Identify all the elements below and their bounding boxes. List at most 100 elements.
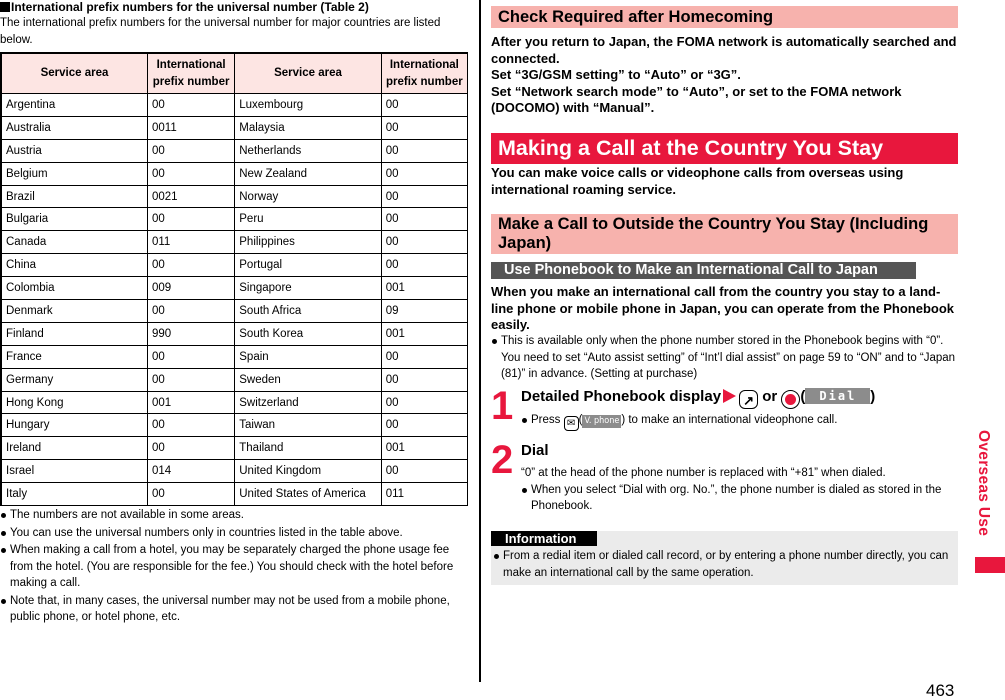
step-2-body: “0” at the head of the phone number is r… (521, 465, 958, 516)
prefix-number-cell: 00 (146, 161, 236, 186)
prefix-number-cell: 00 (380, 367, 469, 392)
prefix-number-cell: 00 (380, 184, 469, 209)
prefix-number-cell: 00 (146, 207, 236, 232)
service-area-cell: Italy (0, 482, 148, 507)
information-label: Information (491, 531, 597, 546)
service-area-cell: Switzerland (234, 390, 382, 415)
information-note-text: From a redial item or dialed call record… (493, 548, 955, 581)
column-header: Service area (0, 52, 148, 94)
step-1-title-text: Detailed Phonebook display (521, 388, 722, 405)
prefix-number-cell: 014 (146, 459, 236, 484)
page-number: 463 (926, 681, 955, 700)
service-area-cell: Hungary (0, 413, 148, 438)
column-header: Service area (234, 52, 382, 94)
note-item: When making a call from a hotel, you may… (0, 542, 468, 592)
step-2-note: When you select “Dial with org. No.”, th… (521, 482, 958, 515)
service-area-cell: Israel (0, 459, 148, 484)
prefix-number-cell: 09 (380, 299, 469, 323)
table-row: Italy 00 United States of America 011 (0, 482, 469, 507)
prefix-number-cell: 001 (380, 276, 469, 301)
step-2-text: “0” at the head of the phone number is r… (521, 467, 886, 479)
table-row: Colombia 009 Singapore 001 (0, 276, 469, 301)
service-area-cell: Portugal (234, 253, 382, 278)
phonebook-subheading: Use Phonebook to Make an International C… (491, 262, 916, 279)
table-row: Australia 0011 Malaysia 00 (0, 115, 469, 140)
side-tab-marker (975, 557, 1005, 573)
record-dot-icon (785, 394, 797, 405)
prefix-number-cell: 0021 (146, 184, 236, 209)
step-2-title: Dial (521, 442, 549, 459)
prefix-number-cell: 0011 (146, 115, 236, 140)
service-area-cell: Peru (234, 207, 382, 232)
table-row: Argentina 00 Luxembourg 00 (0, 93, 469, 117)
prefix-number-cell: 00 (146, 436, 236, 461)
prefix-number-cell: 011 (380, 482, 469, 507)
table-row: Austria 00 Netherlands 00 (0, 138, 469, 163)
table-row: Canada 011 Philippines 00 (0, 230, 469, 255)
column-header: International prefix number (380, 52, 469, 94)
service-area-cell: South Korea (234, 321, 382, 346)
service-area-cell: Bulgaria (0, 207, 148, 232)
service-area-cell: Malaysia (234, 115, 382, 140)
left-column: International prefix numbers for the uni… (0, 0, 468, 49)
information-note: From a redial item or dialed call record… (491, 548, 955, 582)
table-row: Finland 990 South Korea 001 (0, 321, 469, 346)
arrow-right-icon (723, 389, 737, 403)
step-1-note-text: Press ✉(V. phone) to make an internation… (521, 412, 958, 431)
service-area-cell: United States of America (234, 482, 382, 507)
service-area-cell: Brazil (0, 184, 148, 209)
service-area-cell: Finland (0, 321, 148, 346)
prefix-number-cell: 00 (380, 138, 469, 163)
call-key-icon: ↗ (739, 390, 759, 409)
intro-text: The international prefix numbers for the… (0, 17, 441, 46)
prefix-number-cell: 00 (380, 161, 469, 186)
service-area-cell: Sweden (234, 367, 382, 392)
column-header: International prefix number (146, 52, 236, 94)
phonebook-body: When you make an international call from… (491, 284, 954, 332)
column-divider (479, 0, 481, 682)
prefix-number-cell: 00 (380, 115, 469, 140)
service-area-cell: Colombia (0, 276, 148, 301)
prefix-number-cell: 00 (146, 482, 236, 507)
prefix-number-cell: 00 (146, 299, 236, 323)
prefix-number-cell: 00 (146, 253, 236, 278)
table-row: Ireland 00 Thailand 001 (0, 436, 469, 461)
table-row: Germany 00 Sweden 00 (0, 367, 469, 392)
prefix-number-cell: 00 (380, 390, 469, 415)
service-area-cell: Argentina (0, 93, 148, 117)
prefix-number-cell: 00 (380, 253, 469, 278)
center-key-icon (781, 390, 801, 409)
prefix-number-cell: 00 (380, 93, 469, 117)
table-row: Hungary 00 Taiwan 00 (0, 413, 469, 438)
prefix-number-cell: 00 (146, 344, 236, 369)
service-area-cell: Australia (0, 115, 148, 140)
notes-list: The numbers are not available in some ar… (0, 507, 468, 627)
homecoming-line: Set “Network search mode” to “Auto”, or … (491, 83, 902, 116)
homecoming-body: After you return to Japan, the FOMA netw… (491, 34, 958, 117)
homecoming-heading: Check Required after Homecoming (491, 6, 958, 28)
step-1-note: Press ✉(V. phone) to make an internation… (521, 412, 958, 432)
prefix-number-cell: 00 (380, 344, 469, 369)
prefix-table: Service area International prefix number… (0, 52, 469, 507)
prefix-number-cell: 00 (380, 413, 469, 438)
table-row: Israel 014 United Kingdom 00 (0, 459, 469, 484)
or-text: or (762, 388, 778, 405)
prefix-number-cell: 00 (380, 459, 469, 484)
service-area-cell: Canada (0, 230, 148, 255)
table-row: Denmark 00 South Africa 09 (0, 299, 469, 323)
service-area-cell: China (0, 253, 148, 278)
prefix-number-cell: 990 (146, 321, 236, 346)
step-1-title: Detailed Phonebook display ↗ or (Dial) (521, 388, 876, 409)
table-row: Brazil 0021 Norway 00 (0, 184, 469, 209)
prefix-number-cell: 009 (146, 276, 236, 301)
homecoming-line: After you return to Japan, the FOMA netw… (491, 34, 957, 66)
service-area-cell: Taiwan (234, 413, 382, 438)
table-row: France 00 Spain 00 (0, 344, 469, 369)
making-call-body: You can make voice calls or videophone c… (491, 165, 904, 197)
note-item: You can use the universal numbers only i… (0, 525, 468, 542)
note-item: The numbers are not available in some ar… (0, 507, 468, 524)
service-area-cell: United Kingdom (234, 459, 382, 484)
note-item: Note that, in many cases, the universal … (0, 593, 468, 626)
step-number: 1 (491, 384, 514, 428)
service-area-cell: Luxembourg (234, 93, 382, 117)
